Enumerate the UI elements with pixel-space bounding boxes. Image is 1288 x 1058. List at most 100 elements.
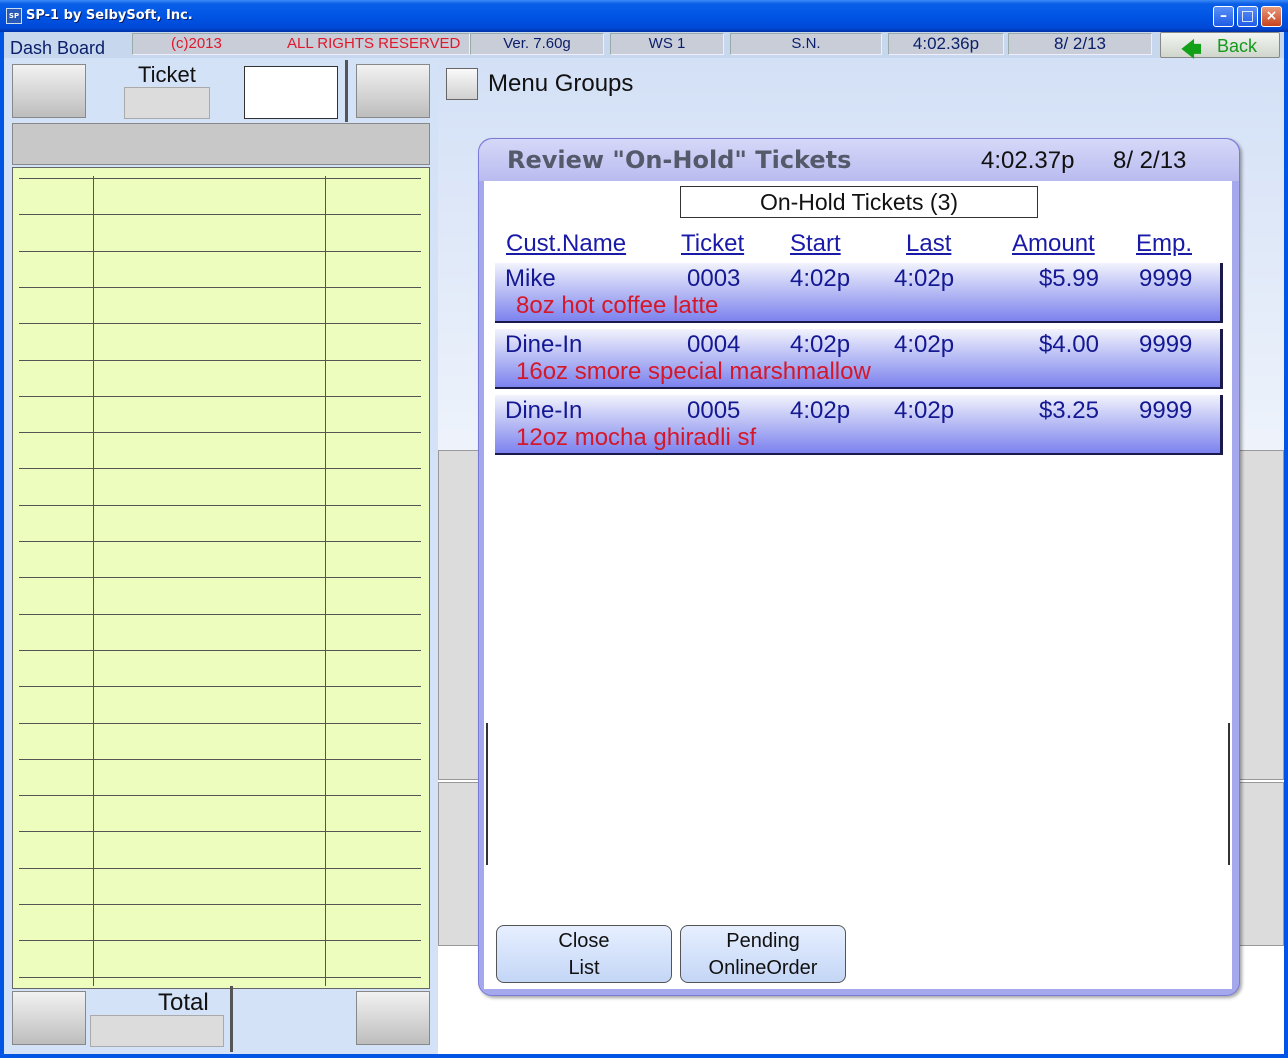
column-header-amount[interactable]: Amount (1012, 230, 1095, 258)
title-bar[interactable]: SP SP-1 by SelbySoft, Inc. – □ × (0, 0, 1288, 32)
ticket-number: 0005 (687, 397, 741, 424)
start-time: 4:02p (790, 331, 851, 358)
last-time: 4:02p (894, 331, 955, 358)
date-field: 8/ 2/13 (1008, 33, 1152, 55)
amount: $5.99 (1038, 265, 1099, 292)
ticket-number: 0004 (687, 331, 741, 358)
column-header-ticket[interactable]: Ticket (681, 230, 744, 258)
copyright-text: (c)2013 (171, 35, 222, 52)
grid-rule-line (19, 649, 421, 651)
grid-rule-line (19, 795, 421, 797)
status-bar: Dash Board (c)2013 ALL RIGHTS RESERVED V… (4, 32, 1284, 61)
grid-rule-line (19, 504, 421, 506)
column-header-last[interactable]: Last (906, 230, 951, 258)
grid-rule-line (19, 722, 421, 724)
menu-groups-label: Menu Groups (488, 70, 634, 97)
grid-rule-line (19, 359, 421, 361)
last-time: 4:02p (894, 265, 955, 292)
version-field: Ver. 7.60g (470, 33, 604, 55)
ticket-row[interactable]: Dine-In 0004 4:02p 4:02p $4.00 9999 16oz… (495, 329, 1223, 389)
total-value-field (90, 1015, 224, 1047)
grid-rule-line (19, 940, 421, 942)
grid-rule-line (19, 577, 421, 579)
ticket-right-button[interactable] (356, 64, 430, 118)
amount: $3.25 (1038, 397, 1099, 424)
grid-rule-line (19, 214, 421, 216)
dialog-body: On-Hold Tickets (3) Cust.Name Ticket Sta… (484, 181, 1232, 989)
total-divider (230, 986, 233, 1052)
employee: 9999 (1139, 265, 1193, 292)
ticket-left-button[interactable] (12, 64, 86, 118)
list-edge (486, 723, 488, 865)
ticket-divider (345, 60, 348, 122)
pending-line2: OnlineOrder (708, 957, 818, 979)
dialog-header: Review "On-Hold" Tickets 4:02.37p 8/ 2/1… (479, 139, 1239, 181)
grid-rule-line (19, 686, 421, 688)
close-list-button[interactable]: Close List (496, 925, 672, 983)
grid-rule-line (19, 867, 421, 869)
close-list-line1: Close (558, 930, 610, 952)
grid-rule-line (19, 432, 421, 434)
cust-name: Mike (505, 265, 556, 292)
clock-field: 4:02.36p (888, 33, 1004, 55)
item-description: 12oz mocha ghiradli sf (516, 424, 757, 451)
column-header-cust[interactable]: Cust.Name (506, 230, 626, 258)
cust-name: Dine-In (505, 397, 583, 424)
app-icon: SP (6, 8, 22, 24)
close-icon: × (1265, 8, 1278, 24)
grid-column-divider (93, 176, 94, 986)
ticket-row[interactable]: Dine-In 0005 4:02p 4:02p $3.25 9999 12oz… (495, 395, 1223, 455)
copyright-field: (c)2013 ALL RIGHTS RESERVED (132, 33, 470, 55)
dialog-date: 8/ 2/13 (1113, 147, 1187, 174)
grid-rule-line (19, 286, 421, 288)
ticket-grid-header (12, 123, 430, 165)
minimize-icon: – (1220, 8, 1227, 24)
dash-board-label: Dash Board (10, 38, 106, 58)
ticket-number-field[interactable] (124, 87, 210, 119)
grid-rule-line (19, 831, 421, 833)
grid-rule-line (19, 178, 421, 179)
maximize-button[interactable]: □ (1237, 6, 1258, 27)
total-label: Total (158, 989, 209, 1016)
cust-name: Dine-In (505, 331, 583, 358)
ticket-entry-box[interactable] (244, 66, 338, 119)
serial-field: S.N. (730, 33, 882, 55)
on-hold-count: On-Hold Tickets (3) (680, 186, 1038, 218)
menu-groups-checkbox[interactable] (446, 68, 478, 100)
item-description: 8oz hot coffee latte (516, 292, 719, 319)
ticket-label: Ticket (138, 62, 196, 87)
grid-rule-line (19, 468, 421, 470)
employee: 9999 (1139, 397, 1193, 424)
dialog-title: Review "On-Hold" Tickets (507, 146, 852, 174)
dialog-time: 4:02.37p (981, 147, 1075, 174)
total-left-button[interactable] (12, 991, 86, 1045)
rights-text: ALL RIGHTS RESERVED (287, 35, 461, 52)
back-label: Back (1217, 36, 1258, 56)
column-header-emp[interactable]: Emp. (1136, 230, 1192, 258)
grid-rule-line (19, 250, 421, 252)
window-title: SP-1 by SelbySoft, Inc. (26, 8, 193, 23)
total-right-button[interactable] (356, 991, 430, 1045)
minimize-button[interactable]: – (1213, 6, 1234, 27)
column-header-start[interactable]: Start (790, 230, 841, 258)
grid-rule-line (19, 976, 421, 978)
start-time: 4:02p (790, 397, 851, 424)
ticket-number: 0003 (687, 265, 741, 292)
close-button[interactable]: × (1261, 6, 1282, 27)
item-description: 16oz smore special marshmallow (516, 358, 871, 385)
workstation-field: WS 1 (610, 33, 724, 55)
employee: 9999 (1139, 331, 1193, 358)
ticket-grid[interactable] (12, 167, 430, 989)
grid-rule-line (19, 613, 421, 615)
grid-rule-line (19, 904, 421, 905)
last-time: 4:02p (894, 397, 955, 424)
grid-rule-line (19, 541, 421, 542)
close-list-line2: List (568, 957, 600, 979)
list-edge (1228, 723, 1230, 865)
back-button[interactable]: 🡄 Back (1160, 32, 1280, 61)
ticket-row[interactable]: Mike 0003 4:02p 4:02p $5.99 9999 8oz hot… (495, 263, 1223, 323)
grid-rule-line (19, 395, 421, 397)
grid-rule-line (19, 323, 421, 325)
pending-online-order-button[interactable]: Pending OnlineOrder (680, 925, 846, 983)
start-time: 4:02p (790, 265, 851, 292)
